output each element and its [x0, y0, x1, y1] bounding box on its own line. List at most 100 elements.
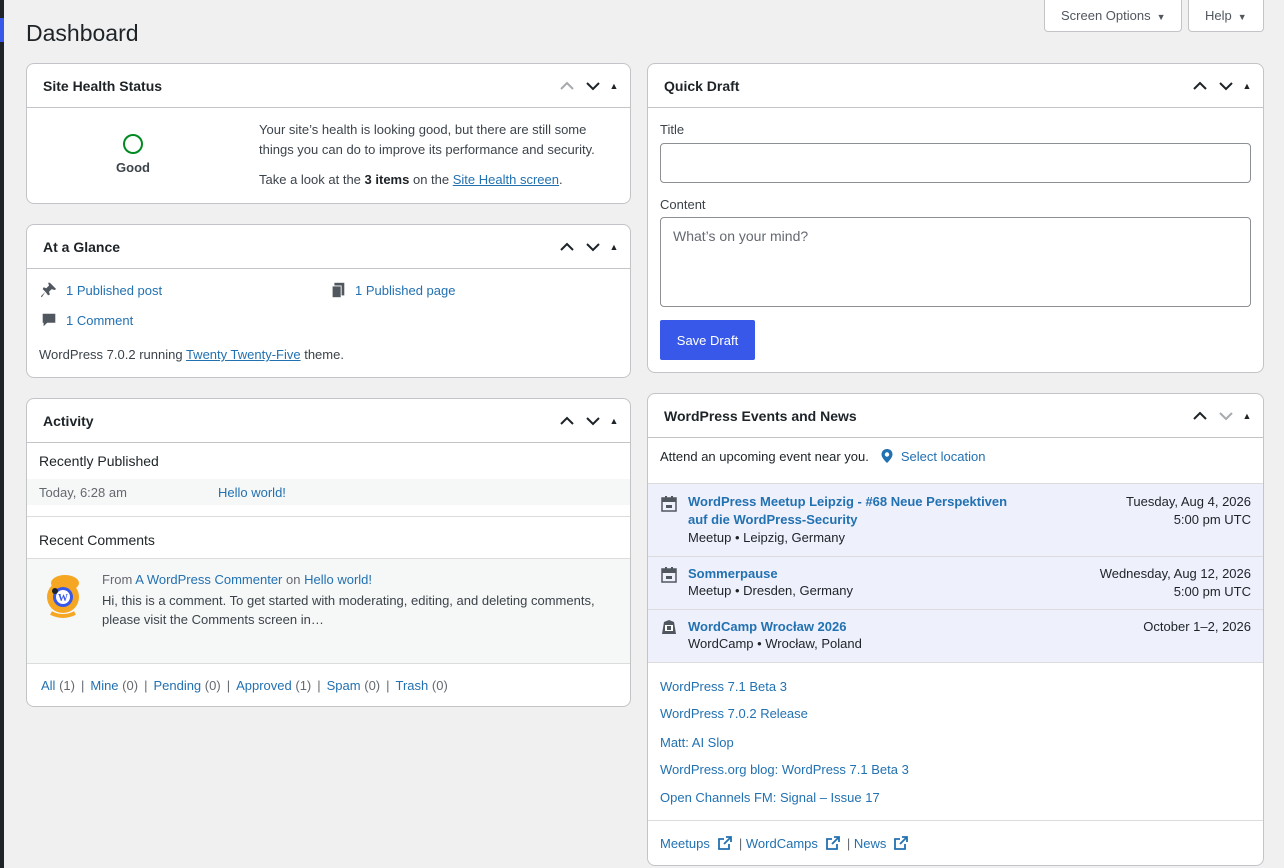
event-time: 5:00 pm UTC [1173, 584, 1251, 599]
filter-pending[interactable]: Pending [153, 678, 201, 693]
glance-posts[interactable]: 1 Published post [40, 281, 162, 299]
draft-title-input[interactable] [660, 143, 1251, 183]
toggle-panel-button[interactable]: ▲ [606, 229, 622, 265]
divider [648, 820, 1263, 821]
event-meta: Meetup • Leipzig, Germany [688, 530, 846, 545]
separator: | [846, 835, 851, 851]
widget-title: At a Glance [43, 238, 121, 255]
widget-title: WordPress Events and News [664, 407, 857, 424]
chevron-down-icon [586, 242, 600, 251]
events-news-widget: WordPress Events and News ▲ Attend an up… [647, 393, 1264, 866]
event-title-link[interactable]: Sommerpause [688, 565, 1028, 583]
event-title-line: WordPress Meetup Leipzig - #68 Neue Pers… [688, 494, 1008, 509]
move-up-button[interactable] [554, 403, 580, 439]
filter-trash[interactable]: Trash [396, 678, 429, 693]
content-placeholder: What’s on your mind? [673, 228, 809, 244]
calendar-icon [661, 567, 677, 583]
site-health-link[interactable]: Site Health screen [453, 172, 559, 187]
comment-author-link[interactable]: A WordPress Commenter [135, 572, 282, 587]
move-up-button[interactable] [1187, 68, 1213, 104]
filter-spam[interactable]: Spam [327, 678, 361, 693]
external-link-icon [826, 836, 840, 850]
event-title-link[interactable]: WordCamp Wrocław 2026 [688, 618, 1028, 636]
news-footer-link[interactable]: News [854, 836, 887, 851]
move-up-button[interactable] [554, 229, 580, 265]
triangle-up-icon: ▲ [609, 80, 619, 91]
news-link[interactable]: WordPress 7.1 Beta 3 [660, 679, 787, 694]
toggle-panel-button[interactable]: ▲ [606, 68, 622, 104]
filter-count: (0) [204, 678, 221, 693]
separator: | [226, 678, 231, 693]
filter-count: (1) [59, 678, 75, 693]
theme-link[interactable]: Twenty Twenty-Five [186, 347, 301, 362]
site-health-widget: Site Health Status ▲ Good Your site’s he… [26, 63, 631, 204]
wordcamp-icon [662, 620, 676, 634]
move-up-button[interactable] [554, 68, 580, 104]
help-button[interactable]: Help ▼ [1188, 0, 1264, 32]
widget-header: At a Glance ▲ [27, 225, 630, 269]
news-link[interactable]: WordPress 7.0.2 Release [660, 706, 808, 721]
move-down-button[interactable] [580, 68, 606, 104]
comment-filters: All (1) | Mine (0) | Pending (0) | Approved… [41, 678, 448, 693]
activity-widget: Activity ▲ Recently Published Today, 6:2… [26, 398, 631, 707]
filter-count: (0) [364, 678, 381, 693]
caret-down-icon: ▼ [1156, 11, 1166, 22]
widget-header: WordPress Events and News ▲ [648, 394, 1263, 438]
health-message: Your site’s health is looking good, but … [259, 122, 595, 157]
event-title-line: auf die WordPress-Security [688, 512, 858, 527]
version-line: WordPress 7.0.2 running Twenty Twenty-Fi… [39, 347, 344, 362]
draft-content-textarea[interactable]: What’s on your mind? [660, 217, 1251, 307]
divider [27, 663, 630, 664]
meetups-link[interactable]: Meetups [660, 836, 710, 851]
screen-options-label: Screen Options [1061, 8, 1151, 23]
glance-comments[interactable]: 1 Comment [40, 311, 133, 329]
widget-header: Activity ▲ [27, 399, 630, 443]
widget-header: Quick Draft ▲ [648, 64, 1263, 108]
move-down-button[interactable] [1213, 68, 1239, 104]
event-date: October 1–2, 2026 [1143, 619, 1251, 634]
quick-draft-widget: Quick Draft ▲ Title Content What’s on yo… [647, 63, 1264, 373]
screen-options-button[interactable]: Screen Options ▼ [1044, 0, 1182, 32]
toggle-panel-button[interactable]: ▲ [606, 403, 622, 439]
glance-pages[interactable]: 1 Published page [329, 281, 455, 299]
health-look-line: Take a look at the 3 items on the Site H… [259, 172, 563, 187]
event-item: Sommerpause Meetup • Dresden, Germany We… [648, 557, 1263, 609]
filter-approved[interactable]: Approved [236, 678, 292, 693]
published-posts-link[interactable]: 1 Published post [66, 283, 162, 298]
triangle-up-icon: ▲ [609, 415, 619, 426]
event-date-text: Wednesday, Aug 12, 2026 [1099, 566, 1251, 581]
filter-mine[interactable]: Mine [90, 678, 118, 693]
look-prefix: Take a look at the [259, 172, 361, 187]
triangle-up-icon: ▲ [1242, 410, 1252, 421]
chevron-down-icon [586, 81, 600, 90]
caret-down-icon: ▼ [1237, 11, 1247, 22]
calendar-icon [661, 496, 677, 512]
published-post-link[interactable]: Hello world! [218, 485, 286, 500]
toggle-panel-button[interactable]: ▲ [1239, 68, 1255, 104]
filter-count: (1) [295, 678, 312, 693]
published-pages-link[interactable]: 1 Published page [355, 283, 455, 298]
news-link[interactable]: Open Channels FM: Signal – Issue 17 [660, 790, 880, 805]
separator: | [80, 678, 85, 693]
toggle-panel-button[interactable]: ▲ [1239, 398, 1255, 434]
event-item: WordCamp Wrocław 2026 WordCamp • Wrocław… [648, 610, 1263, 664]
select-location-button[interactable]: Select location [901, 449, 986, 464]
news-link[interactable]: Matt: AI Slop [660, 735, 734, 750]
move-down-button[interactable] [580, 403, 606, 439]
comments-link[interactable]: 1 Comment [66, 313, 133, 328]
event-date: Tuesday, Aug 4, 2026 5:00 pm UTC [1126, 493, 1251, 529]
move-up-button[interactable] [1187, 398, 1213, 434]
wordcamps-link[interactable]: WordCamps [746, 836, 818, 851]
chevron-up-icon [560, 242, 574, 251]
save-draft-button[interactable]: Save Draft [660, 320, 755, 360]
look-mid: on the [412, 172, 450, 187]
widget-title: Quick Draft [664, 77, 740, 94]
move-down-button[interactable] [1213, 398, 1239, 434]
news-link[interactable]: WordPress.org blog: WordPress 7.1 Beta 3 [660, 762, 909, 777]
filter-all[interactable]: All [41, 678, 55, 693]
comment-from: From [102, 572, 133, 587]
move-down-button[interactable] [580, 229, 606, 265]
event-title-link[interactable]: WordPress Meetup Leipzig - #68 Neue Pers… [688, 493, 1028, 529]
comment-post-link[interactable]: Hello world! [304, 572, 372, 587]
events-list: WordPress Meetup Leipzig - #68 Neue Pers… [648, 483, 1263, 663]
